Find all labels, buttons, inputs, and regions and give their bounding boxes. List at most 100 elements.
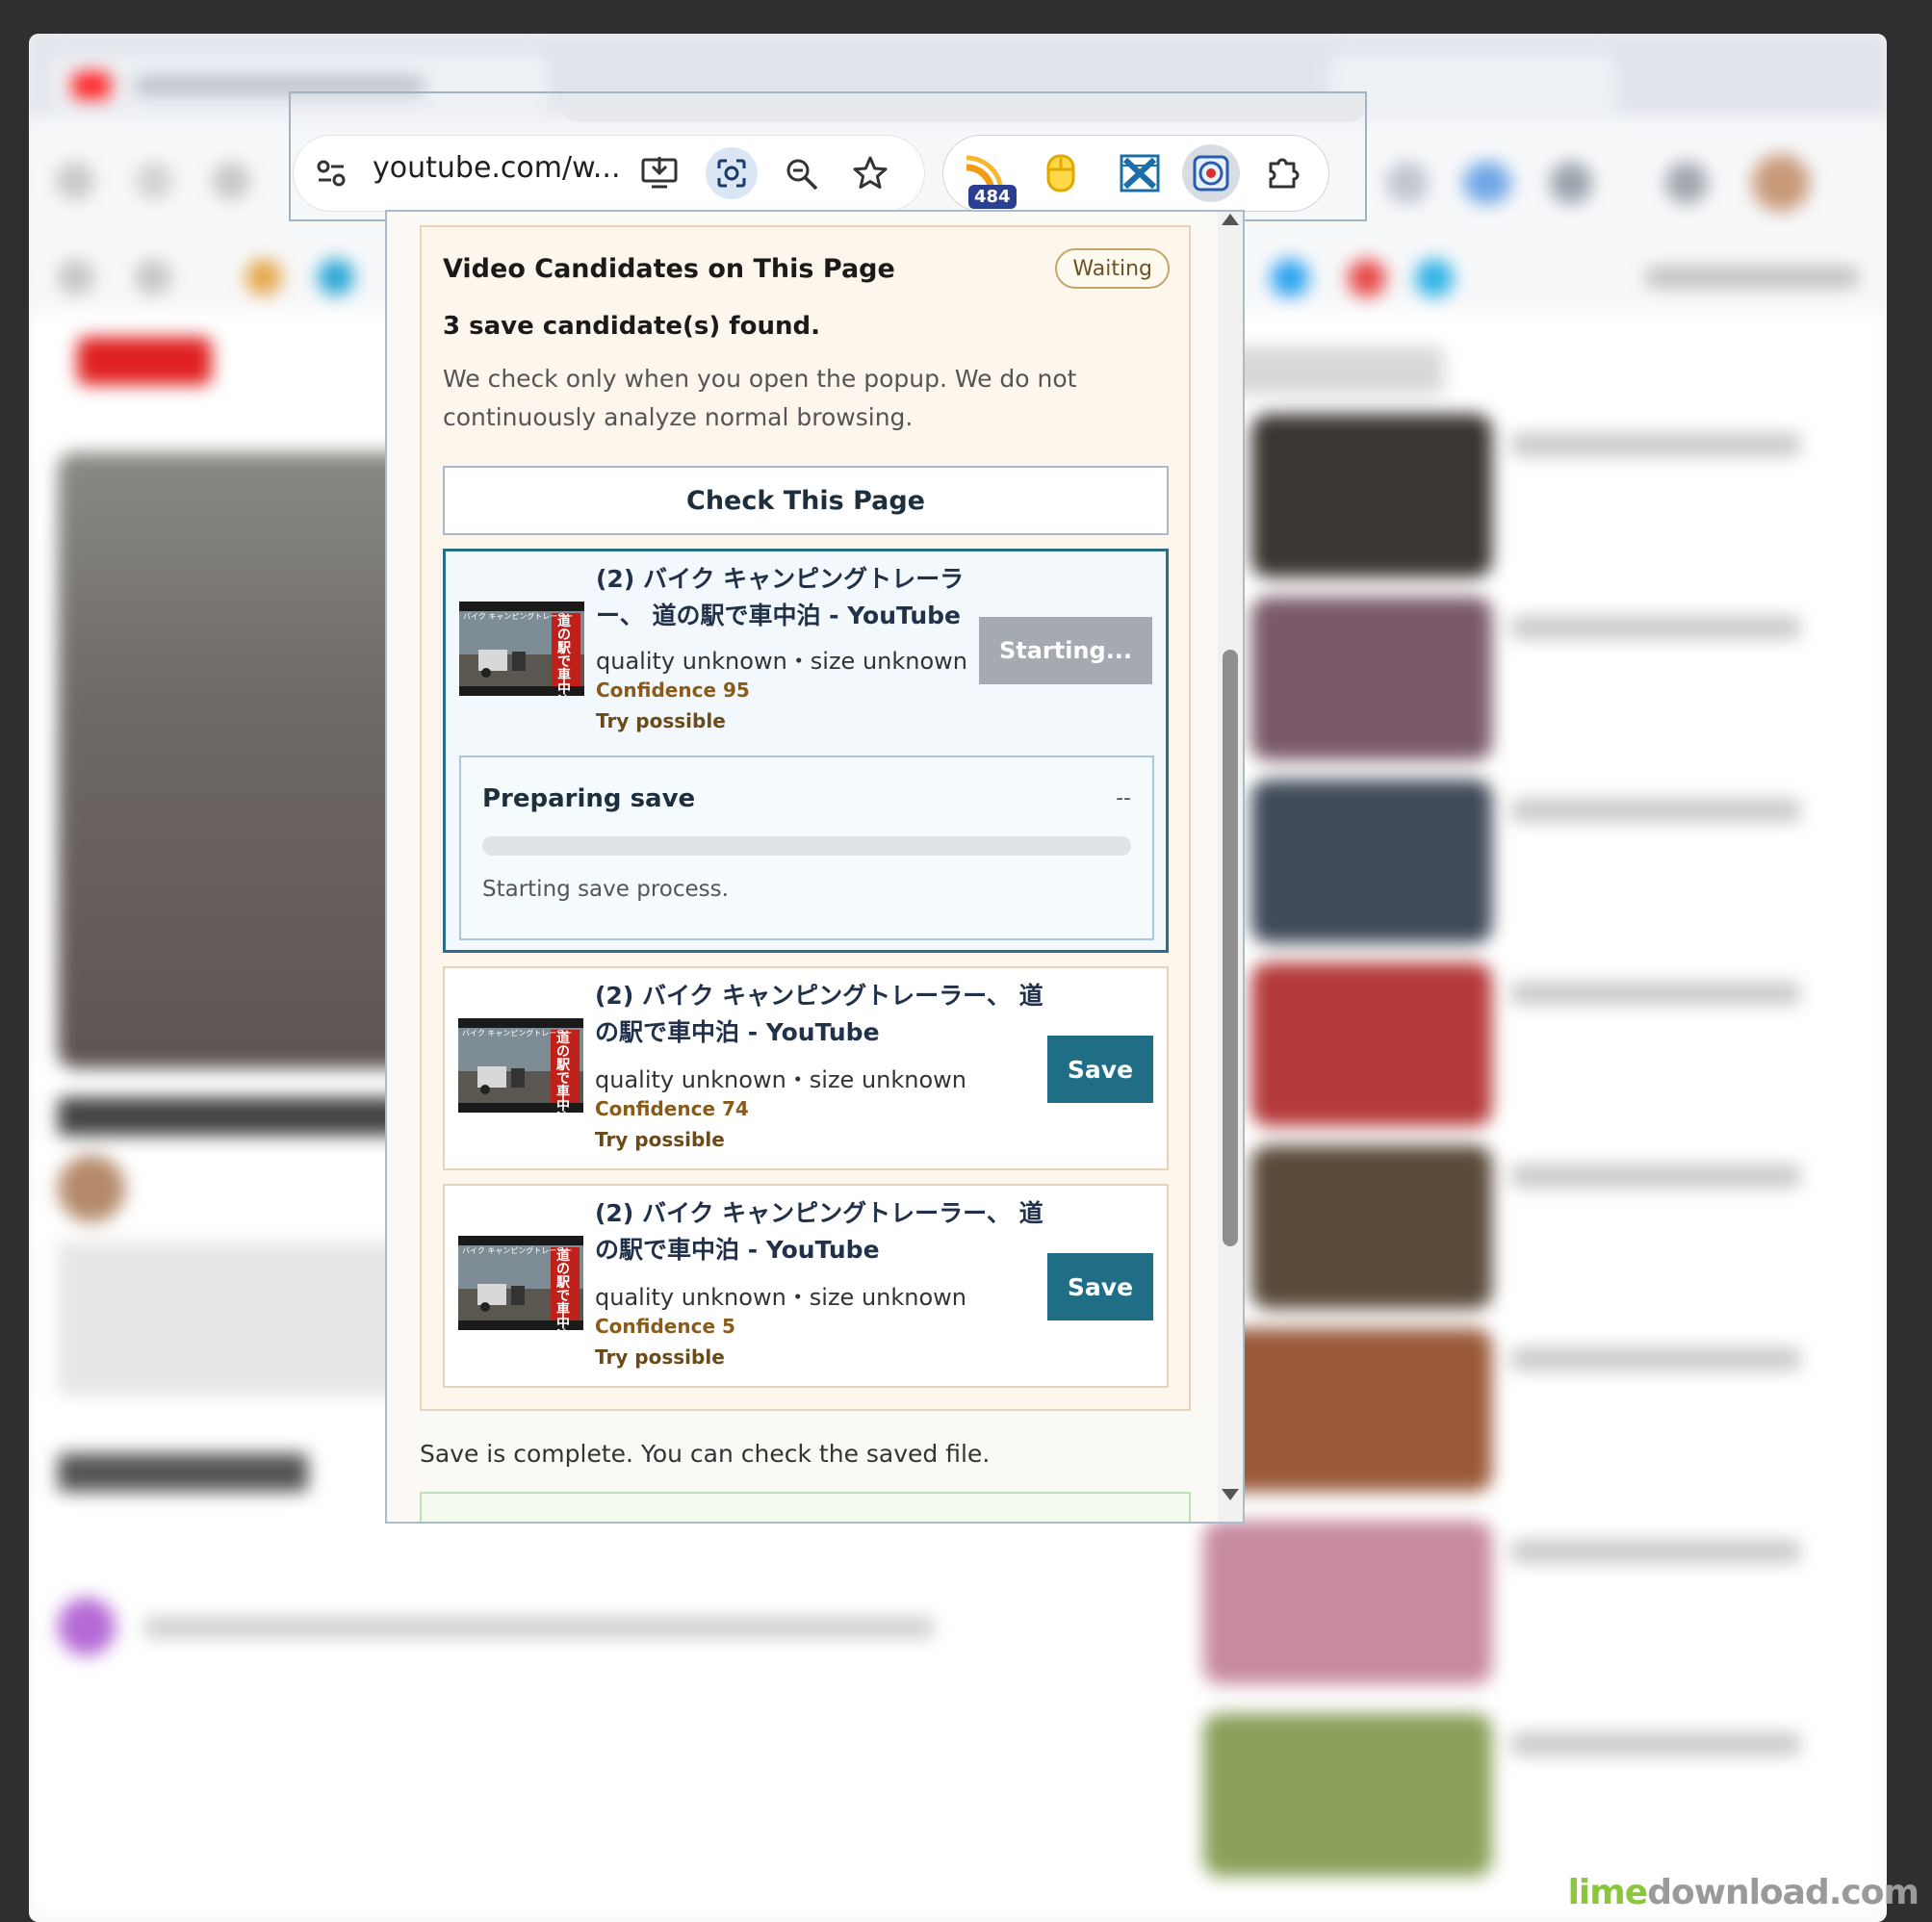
- ext-icon-blur: [1665, 162, 1708, 204]
- bookmark-star-icon[interactable]: [852, 155, 889, 192]
- ext-icon-blur: [1550, 162, 1592, 204]
- profile-avatar: [1752, 154, 1810, 212]
- candidate-try-status: Try possible: [595, 1345, 725, 1369]
- comment-blur: [144, 1617, 934, 1638]
- candidate-meta: quality unknown・size unknown: [596, 648, 968, 675]
- install-app-icon[interactable]: [640, 155, 679, 192]
- watermark-part1: lime: [1567, 1873, 1649, 1912]
- video-player-blur: [58, 452, 433, 1068]
- lens-button[interactable]: [706, 147, 758, 199]
- candidate-card: バイク キャンピングトレーラー 道の駅で車中泊 (2) バイク キャンピングトレ…: [443, 549, 1169, 953]
- save-button[interactable]: Save: [1047, 1253, 1153, 1320]
- thumbnail-vertical-caption: 道の駅で車中泊: [556, 1031, 570, 1113]
- ext-icon-blur: [1386, 162, 1429, 204]
- progress-panel: Preparing save -- Starting save process.: [459, 756, 1154, 940]
- candidate-card: バイク キャンピングトレーラー 道の駅で車中泊 (2) バイク キャンピングトレ…: [443, 966, 1169, 1170]
- translate-extension-button[interactable]: [1111, 144, 1169, 202]
- bookmark-blur: [318, 259, 354, 295]
- watermark-part2: download.com: [1647, 1873, 1919, 1912]
- candidate-title-line1: (2) バイク キャンピングトレーラ: [596, 565, 965, 593]
- starting-button[interactable]: Starting...: [979, 617, 1152, 684]
- x-logo-icon: [1120, 154, 1160, 192]
- candidate-try-status: Try possible: [595, 1128, 725, 1151]
- comments-header-blur: [58, 1453, 308, 1492]
- status-badge: Waiting: [1055, 248, 1170, 289]
- candidate-confidence: Confidence 74: [595, 1097, 749, 1120]
- scroll-up-arrow-icon[interactable]: [1222, 214, 1239, 225]
- candidate-try-status: Try possible: [596, 709, 726, 732]
- candidate-title-line1: (2) バイク キャンピングトレーラー、 道: [595, 982, 1043, 1010]
- related-title-blur: [1511, 616, 1800, 639]
- extensions-menu-button[interactable]: [1255, 144, 1313, 202]
- youtube-favicon: [72, 72, 111, 99]
- candidate-confidence: Confidence 5: [595, 1315, 735, 1338]
- video-saver-extension-button[interactable]: [1182, 144, 1240, 202]
- site-watermark: limedownload.com: [1568, 1873, 1919, 1912]
- candidate-title-line2: の駅で車中泊 - YouTube: [595, 1236, 880, 1264]
- progress-message: Starting save process.: [482, 877, 729, 902]
- candidate-meta: quality unknown・size unknown: [595, 1284, 967, 1311]
- video-thumbnail: バイク キャンピングトレーラー 道の駅で車中泊: [458, 1018, 583, 1113]
- youtube-logo-blur: [77, 337, 212, 385]
- profile-tab: [1328, 53, 1617, 111]
- candidate-meta: quality unknown・size unknown: [595, 1066, 967, 1093]
- privacy-note: We check only when you open the popup. W…: [443, 365, 1077, 431]
- commenter-avatar-blur: [58, 1598, 116, 1655]
- bookmark-blur: [245, 259, 282, 295]
- bookmark-blur: [1646, 267, 1858, 288]
- extensions-group: 484: [943, 136, 1328, 211]
- related-thumb-blur: [1203, 1713, 1492, 1877]
- bookmark-blur: [1348, 259, 1386, 297]
- saved-file-panel: [420, 1492, 1191, 1522]
- channel-avatar-blur: [58, 1155, 125, 1222]
- screenshot-stage: youtube.com/w... 484 Video Candidates on…: [0, 0, 1932, 1922]
- address-bar[interactable]: youtube.com/w...: [294, 136, 924, 211]
- related-title-blur: [1511, 982, 1800, 1005]
- reload-icon: [212, 162, 250, 200]
- description-blur: [58, 1242, 433, 1396]
- mouse-icon: [1046, 154, 1075, 192]
- related-thumb-blur: [1251, 1145, 1492, 1309]
- candidate-title-line1: (2) バイク キャンピングトレーラー、 道: [595, 1199, 1043, 1227]
- extension-popup: Video Candidates on This Page Waiting 3 …: [385, 210, 1245, 1524]
- candidate-confidence: Confidence 95: [596, 679, 750, 702]
- save-complete-message: Save is complete. You can check the save…: [420, 1440, 991, 1468]
- related-thumb-blur: [1251, 597, 1492, 760]
- related-thumb-blur: [1203, 1328, 1492, 1492]
- related-thumb-blur: [1251, 780, 1492, 943]
- mouse-extension-button[interactable]: [1032, 144, 1090, 202]
- back-icon: [56, 162, 94, 200]
- related-title-blur: [1511, 1540, 1800, 1563]
- bookmark-blur: [1415, 259, 1454, 297]
- check-page-button[interactable]: Check This Page: [443, 466, 1169, 535]
- target-icon: [1193, 155, 1229, 192]
- forward-icon: [135, 162, 173, 200]
- related-title-blur: [1511, 1732, 1800, 1755]
- related-title-blur: [1511, 799, 1800, 822]
- related-thumb-blur: [1203, 1521, 1492, 1684]
- progress-bar-track: [482, 836, 1131, 856]
- related-thumb-blur: [1251, 962, 1492, 1126]
- video-thumbnail: バイク キャンピングトレーラー 道の駅で車中泊: [459, 602, 584, 696]
- google-lens-icon: [717, 159, 746, 188]
- related-title-blur: [1511, 1347, 1800, 1371]
- video-title-blur: [58, 1097, 404, 1136]
- candidate-card: バイク キャンピングトレーラー 道の駅で車中泊 (2) バイク キャンピングトレ…: [443, 1184, 1169, 1388]
- candidate-title-line2: の駅で車中泊 - YouTube: [595, 1018, 880, 1046]
- progress-percent: --: [1116, 786, 1131, 810]
- found-count-text: 3 save candidate(s) found.: [443, 312, 820, 341]
- site-info-icon[interactable]: [315, 157, 348, 190]
- save-button[interactable]: Save: [1047, 1036, 1153, 1103]
- rss-extension-button[interactable]: 484: [955, 144, 1017, 209]
- popup-scrollbar[interactable]: [1218, 212, 1243, 1522]
- ext-icon-blur: [1463, 162, 1511, 204]
- thumbnail-vertical-caption: 道の駅で車中泊: [556, 1248, 570, 1330]
- zoom-icon[interactable]: [785, 157, 819, 192]
- scroll-down-arrow-icon[interactable]: [1222, 1489, 1239, 1500]
- related-thumb-blur: [1251, 414, 1492, 577]
- panel-title: Video Candidates on This Page: [443, 254, 895, 284]
- extension-badge: 484: [968, 185, 1017, 209]
- scrollbar-thumb[interactable]: [1223, 650, 1238, 1246]
- url-text[interactable]: youtube.com/w...: [373, 151, 621, 185]
- candidates-panel: Video Candidates on This Page Waiting 3 …: [420, 225, 1191, 1411]
